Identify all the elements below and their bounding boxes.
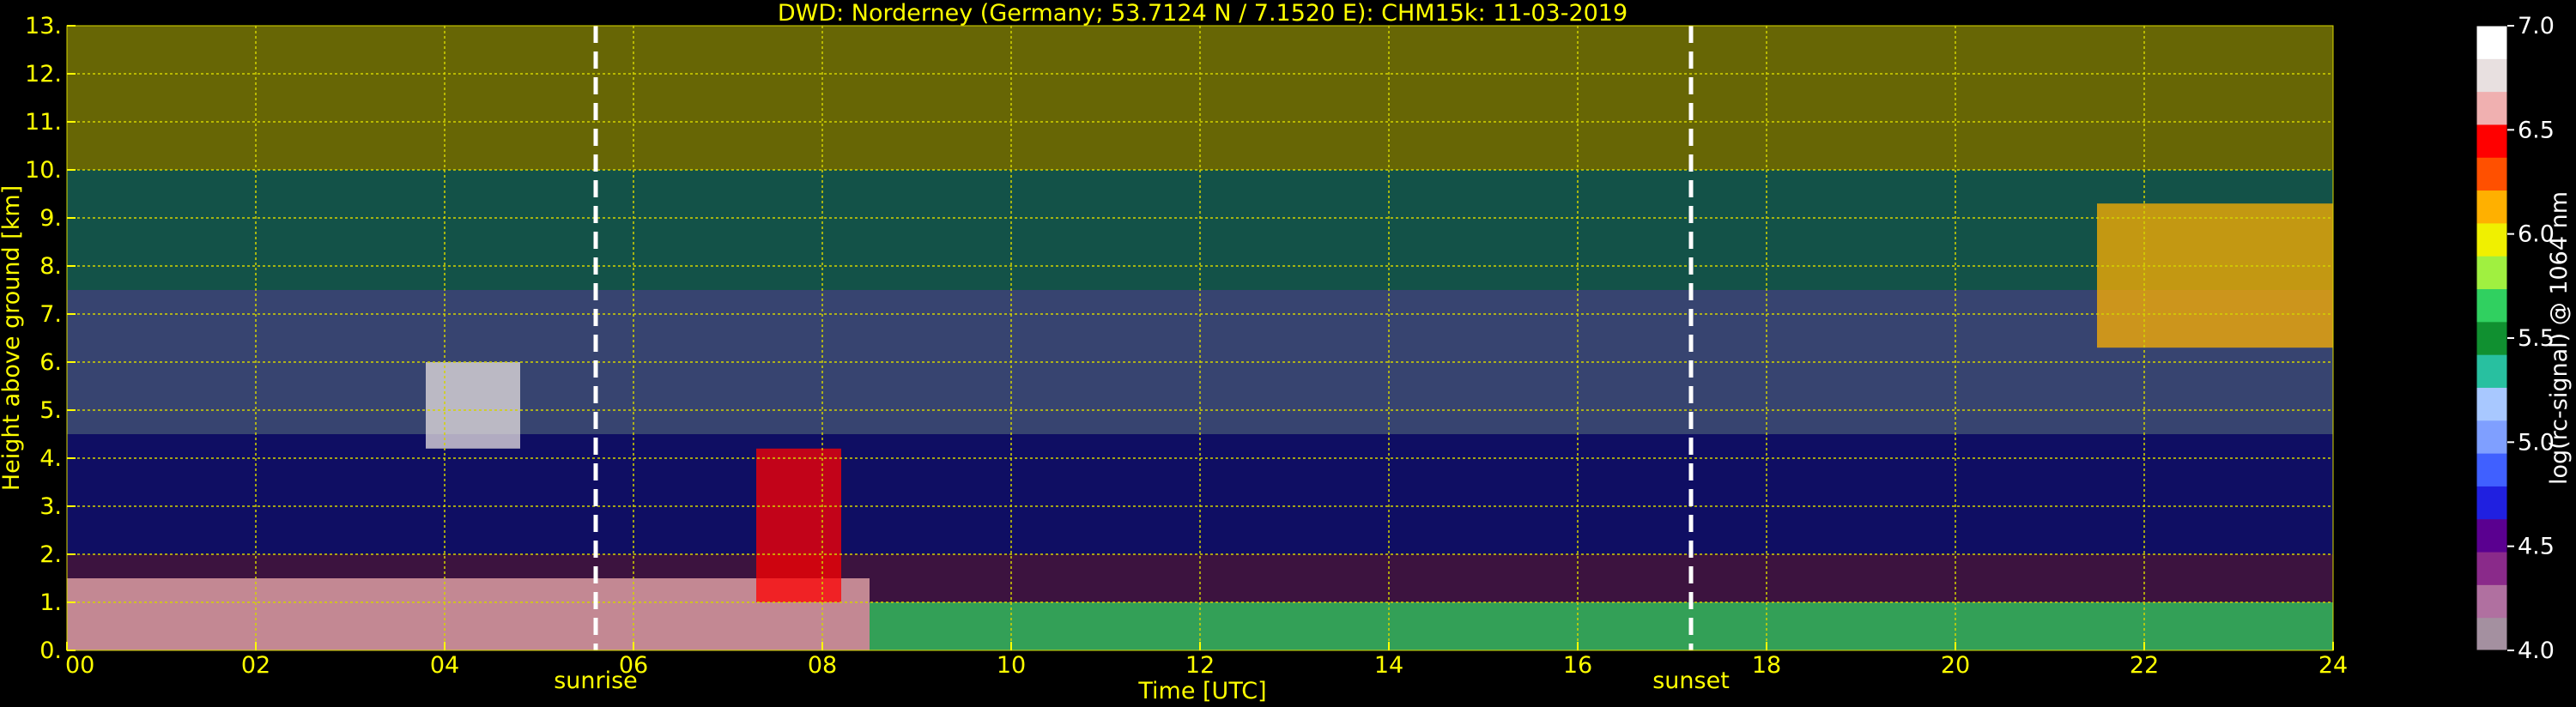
y-tick-label: 3. <box>39 493 62 520</box>
y-tick-label: 8. <box>39 253 62 280</box>
x-tick-label: 18 <box>1752 652 1781 679</box>
colorbar-segment <box>2476 518 2507 553</box>
sunset-label: sunset <box>1652 668 1730 694</box>
colorbar-tick-label: 4.5 <box>2518 534 2555 560</box>
y-tick-label: 10. <box>25 157 62 184</box>
y-tick-label: 11. <box>25 109 62 136</box>
colorbar-segment <box>2476 584 2507 619</box>
colorbar-tick-label: 6.5 <box>2518 117 2555 143</box>
plot-area: sunrise sunset <box>66 25 2334 694</box>
colorbar-segment <box>2476 354 2507 388</box>
y-tick-label: 4. <box>39 445 62 472</box>
chart-title: DWD: Norderney (Germany; 53.7124 N / 7.1… <box>778 0 1627 27</box>
x-tick-label: 06 <box>619 652 648 679</box>
colorbar-tick-label: 7.0 <box>2518 13 2555 39</box>
y-tick-label: 5. <box>39 397 62 424</box>
x-tick-label: 16 <box>1563 652 1592 679</box>
x-tick-label: 12 <box>1185 652 1215 679</box>
y-tick-label: 13. <box>25 13 62 39</box>
colorbar-segment <box>2476 453 2507 486</box>
colorbar-segment <box>2476 486 2507 520</box>
colorbar-segment <box>2476 91 2507 125</box>
colorbar-segment <box>2476 256 2507 290</box>
y-axis-label: Height above ground [km] <box>0 185 25 491</box>
x-tick-label: 22 <box>2130 652 2159 679</box>
x-tick-label: 20 <box>1941 652 1970 679</box>
x-tick-label: 14 <box>1374 652 1403 679</box>
colorbar-segment <box>2476 157 2507 191</box>
x-tick-label: 04 <box>430 652 459 679</box>
ceilometer-chart: DWD: Norderney (Germany; 53.7124 N / 7.1… <box>0 0 2576 707</box>
y-tick-label: 0. <box>39 638 62 664</box>
colorbar-tick-label: 4.0 <box>2518 638 2555 664</box>
x-tick-label: 10 <box>997 652 1026 679</box>
colorbar-segment <box>2476 552 2507 585</box>
colorbar-segment <box>2476 58 2507 93</box>
y-tick-label: 2. <box>39 541 62 568</box>
x-tick-label: 24 <box>2318 652 2348 679</box>
colorbar-segment <box>2476 617 2507 651</box>
colorbar-segment <box>2476 26 2507 59</box>
x-axis-label: Time [UTC] <box>1137 678 1266 704</box>
colorbar-segment <box>2476 321 2507 355</box>
signal-layer <box>756 448 841 602</box>
colorbar-segment <box>2476 190 2507 224</box>
signal-layer <box>2097 203 2333 348</box>
signal-layer <box>870 602 2333 650</box>
x-tick-label: 00 <box>65 652 94 679</box>
x-tick-label: 02 <box>241 652 270 679</box>
y-tick-label: 7. <box>39 301 62 328</box>
y-tick-label: 1. <box>39 589 62 616</box>
signal-layer <box>67 578 870 650</box>
colorbar-segment <box>2476 420 2507 454</box>
y-tick-label: 12. <box>25 61 62 88</box>
colorbar-segment <box>2476 222 2507 257</box>
x-tick-label: 08 <box>808 652 837 679</box>
colorbar-segment <box>2476 387 2507 421</box>
y-tick-label: 9. <box>39 205 62 232</box>
colorbar-segment <box>2476 124 2507 158</box>
signal-layer <box>426 362 520 449</box>
y-tick-label: 6. <box>39 349 62 376</box>
colorbar-segment <box>2476 288 2507 323</box>
colorbar-label: log(rc-signal) @ 1064 nm <box>2546 191 2573 485</box>
